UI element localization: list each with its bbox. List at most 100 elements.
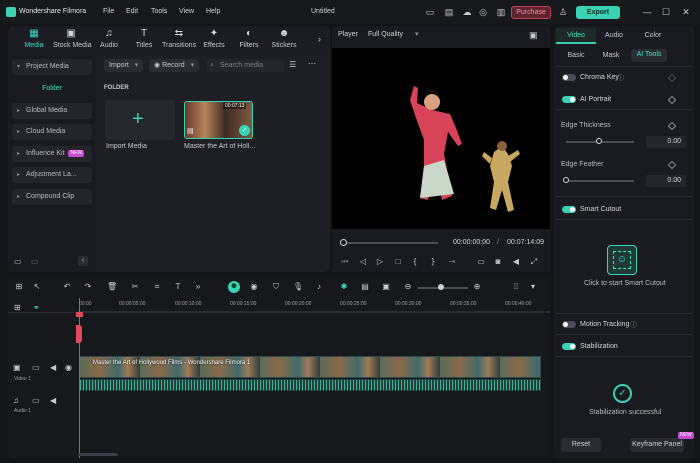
stop-icon[interactable]: □ (393, 257, 403, 267)
more-tools-icon[interactable]: » (193, 282, 203, 292)
sidebar-item-project-media[interactable]: ▾ Project Media (12, 59, 92, 75)
folder-icon[interactable]: ▭ (32, 363, 40, 372)
quality-dropdown[interactable]: Full Quality ▾ (368, 30, 418, 38)
gift-icon[interactable]: ▥ (496, 7, 506, 17)
tool-media[interactable]: ▦ Media (16, 28, 52, 49)
keyframe-panel-button[interactable]: Keyframe Panel (630, 438, 684, 452)
split-icon[interactable]: ✂ (130, 282, 140, 292)
eye-icon[interactable]: ◉ (65, 363, 72, 372)
sidebar-item-adjustment-layer[interactable]: ▸ Adjustment La... (12, 167, 92, 183)
speaker-icon[interactable]: ◀ (50, 363, 56, 372)
chevron-down-icon[interactable]: ▾ (528, 282, 538, 292)
speed-icon[interactable]: ⇥ (447, 257, 457, 267)
import-dropdown[interactable]: Import ▾ (104, 59, 144, 72)
more-options-icon[interactable]: ⋯ (308, 59, 316, 68)
redo-icon[interactable]: ↷ (83, 282, 93, 292)
ai-mate-icon[interactable]: ☻ (228, 281, 240, 293)
video-preview[interactable] (332, 48, 550, 229)
cloud-icon[interactable]: ☁ (462, 7, 472, 17)
chroma-key-toggle[interactable] (562, 74, 576, 81)
menu-file[interactable]: File (103, 8, 114, 15)
grid-layout-icon[interactable]: ⊞ (14, 282, 24, 292)
tool-transitions[interactable]: ⇆ Transitions (161, 28, 197, 49)
info-icon[interactable]: ⓘ (617, 73, 624, 83)
subtab-ai-tools[interactable]: AI Tools (631, 49, 667, 62)
sidebar-item-influence-kit[interactable]: ▸ Influence Kit NEW (12, 146, 92, 162)
folder-icon[interactable]: ▭ (32, 396, 40, 405)
undo-icon[interactable]: ↶ (62, 282, 72, 292)
chevron-right-icon[interactable]: › (318, 34, 321, 44)
save-icon[interactable]: ▭ (425, 7, 435, 17)
new-folder-icon[interactable]: ▭ (14, 257, 22, 266)
zoom-slider-knob[interactable] (438, 284, 444, 290)
edge-feather-value[interactable]: 0.00 (646, 175, 686, 187)
motion-tracking-toggle[interactable] (562, 321, 576, 328)
timeline-scrollbar[interactable] (78, 453, 118, 456)
purchase-button[interactable]: Purchase (511, 6, 551, 19)
sidebar-item-folder[interactable]: Folder (12, 82, 92, 96)
sidebar-item-compound-clip[interactable]: ▸ Compound Clip (12, 189, 92, 205)
support-icon[interactable]: ◎ (478, 7, 488, 17)
tool-filters[interactable]: ◐ Filters (231, 28, 267, 49)
tab-color[interactable]: Color (636, 28, 670, 44)
prev-frame-icon[interactable]: ⏮ (340, 257, 350, 267)
sidebar-item-cloud-media[interactable]: ▸ Cloud Media (12, 124, 92, 140)
mark-out-icon[interactable]: } (428, 257, 438, 267)
minimize-icon[interactable]: — (642, 7, 652, 17)
play-icon[interactable]: ▷ (375, 257, 385, 267)
tool-titles[interactable]: T Titles (126, 28, 162, 49)
monitor-icon[interactable]: ▭ (476, 257, 486, 267)
snap-icon[interactable]: ✱ (339, 282, 349, 292)
tool-audio[interactable]: ♫ Audio (91, 28, 127, 49)
sidebar-item-global-media[interactable]: ▸ Global Media (12, 103, 92, 119)
edge-thickness-knob[interactable] (596, 138, 602, 144)
tool-stock-media[interactable]: ▣ Stock Media (53, 28, 92, 49)
subtab-mask[interactable]: Mask (598, 50, 624, 62)
menu-tools[interactable]: Tools (151, 8, 167, 15)
menu-help[interactable]: Help (206, 8, 220, 15)
zoom-out-icon[interactable]: ⊖ (403, 282, 413, 292)
edge-feather-slider[interactable] (566, 180, 634, 182)
fullscreen-icon[interactable]: ⤢ (529, 257, 539, 267)
subtab-basic[interactable]: Basic (561, 50, 591, 62)
playback-progress-track[interactable] (343, 242, 438, 244)
tool-stickers[interactable]: ☻ Stickers (266, 28, 302, 49)
text-icon[interactable]: T (173, 282, 183, 292)
smart-cutout-toggle[interactable] (562, 206, 576, 213)
zoom-in-icon[interactable]: ⊕ (472, 282, 482, 292)
menu-view[interactable]: View (179, 8, 194, 15)
snapshot-image-icon[interactable]: ▣ (529, 30, 538, 41)
record-dropdown[interactable]: ◉ Record ▾ (149, 59, 200, 72)
collapse-panel-icon[interactable]: ‹ (78, 256, 88, 266)
maximize-icon[interactable]: ☐ (661, 7, 671, 17)
step-back-icon[interactable]: ◁ (358, 257, 368, 267)
stabilization-toggle[interactable] (562, 343, 576, 350)
microphone-icon[interactable]: 🎙 (293, 282, 303, 292)
menu-edit[interactable]: Edit (126, 8, 138, 15)
info-icon[interactable]: ⓘ (630, 320, 637, 330)
tab-video[interactable]: Video (556, 28, 596, 44)
crop-icon[interactable]: ⌗ (152, 282, 162, 292)
edge-feather-knob[interactable] (563, 177, 569, 183)
playhead-handle[interactable] (76, 325, 82, 343)
playhead-line[interactable] (79, 298, 80, 458)
timeline-ruler[interactable] (78, 298, 550, 312)
auto-highlight-icon[interactable]: ◉ (249, 282, 259, 292)
layout-icon[interactable]: ▤ (444, 7, 454, 17)
close-icon[interactable]: ✕ (681, 7, 691, 17)
playhead-marker[interactable] (76, 312, 83, 317)
voiceover-icon[interactable]: ♪ (314, 282, 324, 292)
shield-icon[interactable]: ⛉ (271, 282, 281, 292)
add-track-icon[interactable]: ⊞ (14, 303, 21, 312)
playback-scrubber[interactable] (340, 239, 347, 246)
tab-audio[interactable]: Audio (598, 28, 630, 44)
reset-button[interactable]: Reset (561, 438, 601, 452)
speaker-icon[interactable]: ◀ (50, 396, 56, 405)
filter-sort-icon[interactable]: ☰ (289, 60, 296, 69)
link-icon[interactable]: ⚭ (33, 303, 40, 312)
tool-effects[interactable]: ✦ Effects (196, 28, 232, 49)
marker-icon[interactable]: ▤ (360, 282, 370, 292)
export-button[interactable]: Export (576, 6, 620, 19)
select-arrow-icon[interactable]: ↖ (32, 282, 42, 292)
timeline-grid-icon[interactable]: ⁞⁞ (511, 282, 521, 292)
